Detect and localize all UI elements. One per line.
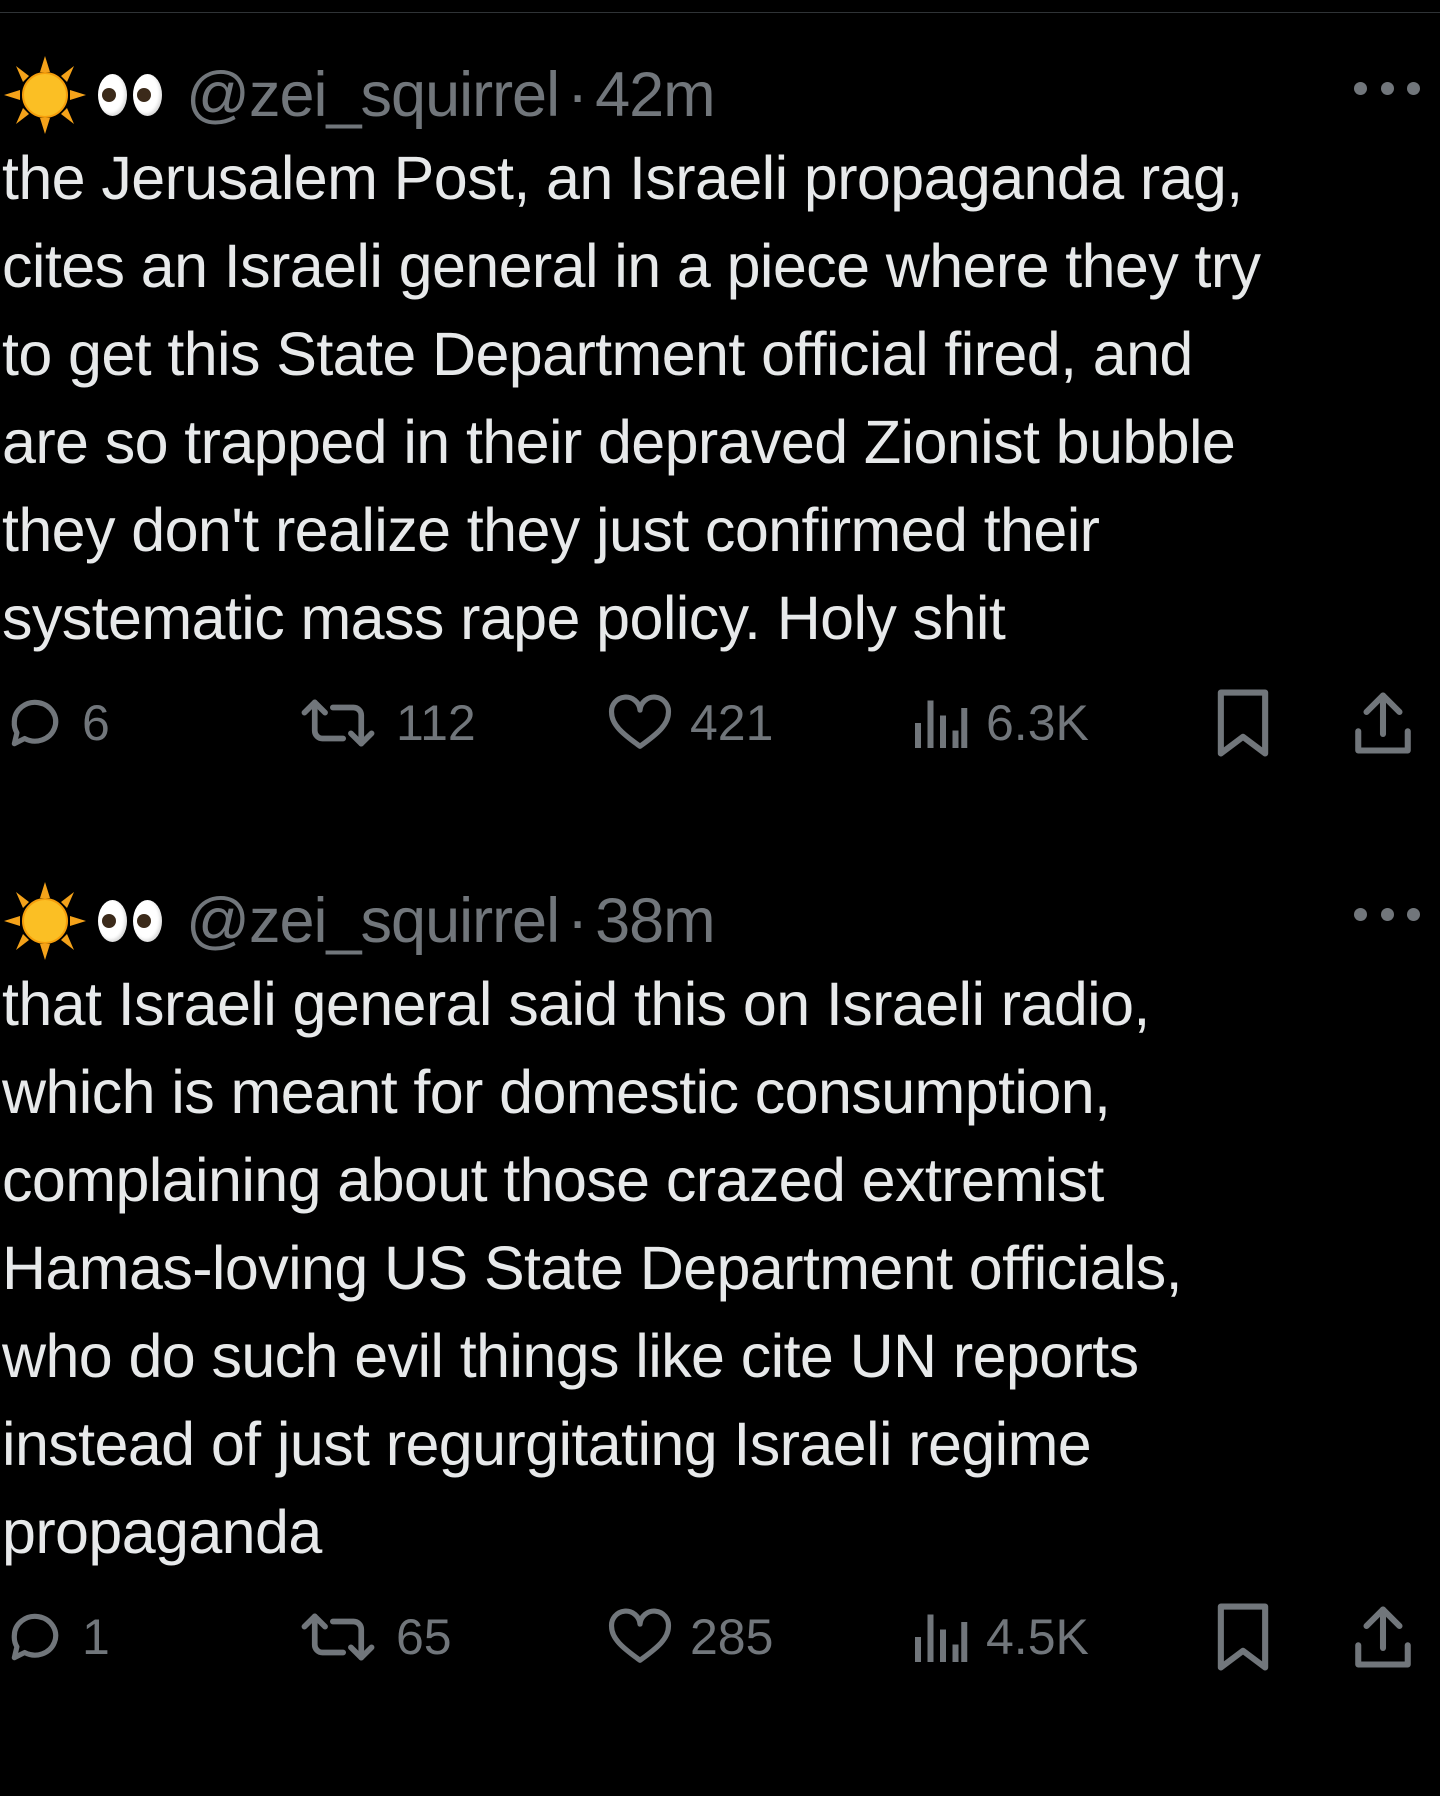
timestamp[interactable]: 38m bbox=[595, 886, 716, 956]
repost-count: 65 bbox=[396, 1609, 452, 1665]
bookmark-icon bbox=[1217, 689, 1269, 757]
like-count: 285 bbox=[690, 1609, 774, 1665]
tweet-actions: 6 112 421 6.3K bbox=[0, 678, 1440, 768]
repost-count: 112 bbox=[396, 695, 476, 751]
reply-bubble-icon bbox=[11, 699, 59, 747]
heart-icon bbox=[608, 1608, 672, 1663]
tweet-1[interactable]: @zei_squirrel · 42m the Jerusalem Post, an… bbox=[0, 56, 1440, 768]
handle-time[interactable]: @zei_squirrel · 38m bbox=[186, 885, 716, 957]
tweet-actions: 1 65 285 4.5K bbox=[0, 1592, 1440, 1682]
views-bar-chart-icon bbox=[915, 700, 968, 748]
separator-dot: · bbox=[567, 886, 588, 956]
tweet-2[interactable]: @zei_squirrel · 38m that Israeli general s… bbox=[0, 882, 1440, 1682]
more-horizontal-icon[interactable] bbox=[1354, 78, 1420, 98]
views-count: 6.3K bbox=[986, 695, 1089, 751]
user-handle[interactable]: @zei_squirrel bbox=[186, 886, 560, 956]
share-button[interactable] bbox=[1350, 678, 1416, 768]
tweet-text: that Israeli general said this on Israel… bbox=[2, 970, 1183, 1566]
views-button[interactable]: 6.3K bbox=[910, 678, 1089, 768]
user-handle[interactable]: @zei_squirrel bbox=[186, 60, 560, 130]
bookmark-icon bbox=[1217, 1603, 1269, 1671]
more-horizontal-icon[interactable] bbox=[1354, 904, 1420, 924]
like-count: 421 bbox=[690, 695, 774, 751]
reply-count: 6 bbox=[82, 695, 110, 751]
share-button[interactable] bbox=[1350, 1592, 1416, 1682]
bookmark-button[interactable] bbox=[1212, 1592, 1274, 1682]
repost-button[interactable]: 65 bbox=[296, 1592, 452, 1682]
handle-time[interactable]: @zei_squirrel · 42m bbox=[186, 59, 716, 131]
views-bar-chart-icon bbox=[915, 1614, 968, 1662]
reply-count: 1 bbox=[82, 1609, 110, 1665]
reply-button[interactable]: 1 bbox=[4, 1592, 110, 1682]
tweet-text: the Jerusalem Post, an Israeli propagand… bbox=[2, 144, 1261, 652]
share-upload-icon bbox=[1355, 692, 1411, 754]
reply-button[interactable]: 6 bbox=[4, 678, 110, 768]
timestamp[interactable]: 42m bbox=[595, 60, 716, 130]
repost-button[interactable]: 112 bbox=[296, 678, 476, 768]
tweet-header: @zei_squirrel · 42m bbox=[0, 56, 1440, 134]
eyes-emoji-icon bbox=[98, 882, 168, 960]
sun-emoji-icon bbox=[4, 56, 86, 134]
separator-dot: · bbox=[567, 60, 588, 130]
share-upload-icon bbox=[1355, 1606, 1411, 1668]
reply-bubble-icon bbox=[11, 1613, 59, 1661]
eyes-emoji-icon bbox=[98, 56, 168, 134]
sun-emoji-icon bbox=[4, 882, 86, 960]
top-divider bbox=[0, 12, 1440, 13]
bookmark-button[interactable] bbox=[1212, 678, 1274, 768]
views-button[interactable]: 4.5K bbox=[910, 1592, 1089, 1682]
like-button[interactable]: 285 bbox=[606, 1592, 773, 1682]
views-count: 4.5K bbox=[986, 1609, 1089, 1665]
heart-icon bbox=[608, 694, 672, 749]
repost-arrows-icon bbox=[301, 1613, 375, 1661]
like-button[interactable]: 421 bbox=[606, 678, 773, 768]
tweet-header: @zei_squirrel · 38m bbox=[0, 882, 1440, 960]
repost-arrows-icon bbox=[301, 699, 375, 747]
